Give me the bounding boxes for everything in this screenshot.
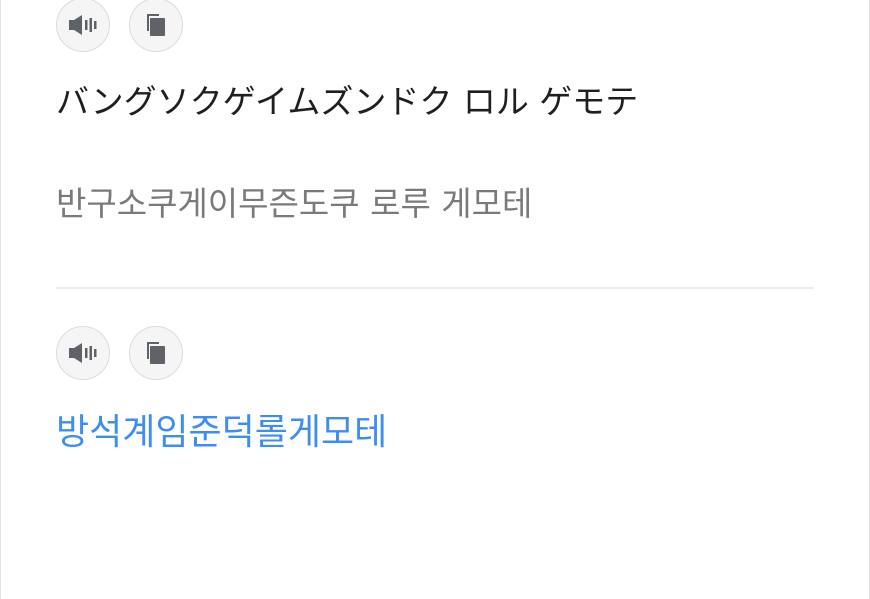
translation-text: 방석계임준덕롤게모테 xyxy=(56,412,388,453)
copy-icon xyxy=(147,342,165,364)
source-copy-button[interactable] xyxy=(129,0,183,52)
source-section: バングソクゲイムズンドク ロル ゲモテ 반구소쿠게이무즌도쿠 로루 게모테 xyxy=(56,0,814,226)
speaker-icon xyxy=(69,343,97,363)
target-copy-button[interactable] xyxy=(129,326,183,380)
target-listen-button[interactable] xyxy=(56,326,110,380)
source-action-row xyxy=(56,0,814,53)
translation-card: バングソクゲイムズンドク ロル ゲモテ 반구소쿠게이무즌도쿠 로루 게모테 방석… xyxy=(0,0,870,599)
target-section: 방석계임준덕롤게모테 xyxy=(56,325,814,458)
source-romanization: 반구소쿠게이무즌도쿠 로루 게모테 xyxy=(56,184,533,223)
copy-icon xyxy=(147,14,165,36)
source-listen-button[interactable] xyxy=(56,0,110,52)
speaker-icon xyxy=(69,15,97,35)
source-text: バングソクゲイムズンドク ロル ゲモテ xyxy=(56,82,639,121)
section-divider xyxy=(56,287,814,289)
target-action-row xyxy=(56,325,814,381)
